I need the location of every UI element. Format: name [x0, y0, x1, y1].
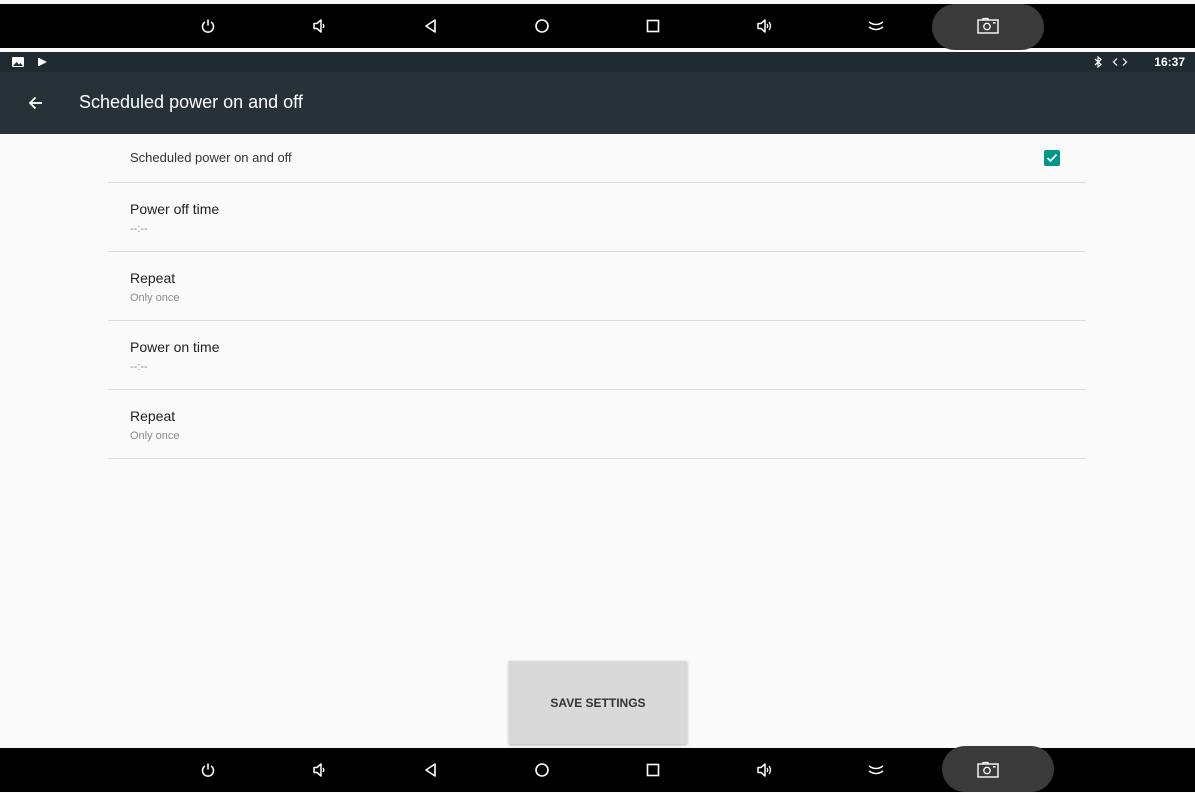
home-icon	[535, 19, 549, 33]
data-transfer-icon	[1112, 58, 1128, 66]
setting-repeat-on[interactable]: Repeat Only once	[108, 390, 1086, 459]
setting-title: Scheduled power on and off	[130, 150, 292, 165]
volume-up-icon	[757, 763, 772, 777]
volume-down-icon	[313, 763, 325, 777]
screenshot-button[interactable]	[958, 4, 1018, 48]
power-button[interactable]	[178, 4, 238, 48]
home-icon	[535, 763, 549, 777]
back-icon	[425, 19, 436, 33]
power-button[interactable]	[178, 748, 238, 792]
setting-repeat-off[interactable]: Repeat Only once	[108, 252, 1086, 321]
setting-power-on-time[interactable]: Power on time --:--	[108, 321, 1086, 390]
play-icon	[38, 58, 47, 66]
recents-icon	[646, 763, 660, 777]
toolbar-back-button[interactable]	[18, 86, 54, 120]
bottom-nav-bar	[0, 746, 1195, 792]
hide-nav-button[interactable]	[846, 4, 906, 48]
screenshot-button[interactable]	[958, 748, 1018, 792]
hide-icon	[868, 765, 884, 775]
power-icon	[201, 19, 215, 33]
hide-icon	[868, 21, 884, 31]
screenshot-icon	[977, 17, 999, 34]
recents-button[interactable]	[623, 748, 683, 792]
setting-value: Only once	[130, 292, 180, 304]
save-settings-button[interactable]: SAVE SETTINGS	[509, 661, 687, 744]
back-icon	[425, 763, 436, 777]
app-toolbar: Scheduled power on and off	[0, 72, 1195, 134]
scheduled-power-checkbox[interactable]	[1044, 150, 1060, 166]
image-icon	[12, 57, 24, 67]
volume-up-button[interactable]	[735, 4, 795, 48]
settings-list: Scheduled power on and off Power off tim…	[108, 134, 1086, 459]
recents-button[interactable]	[623, 4, 683, 48]
back-nav-button[interactable]	[401, 748, 461, 792]
screenshot-icon	[977, 761, 999, 778]
volume-up-icon	[757, 19, 772, 33]
back-nav-button[interactable]	[401, 4, 461, 48]
status-bar: 16:37	[0, 52, 1195, 72]
top-nav-bar	[0, 4, 1195, 50]
setting-title: Power on time	[130, 339, 220, 355]
volume-down-button[interactable]	[289, 748, 349, 792]
home-button[interactable]	[512, 748, 572, 792]
setting-value: --:--	[130, 223, 148, 235]
volume-down-button[interactable]	[289, 4, 349, 48]
power-icon	[201, 763, 215, 777]
hide-nav-button[interactable]	[846, 748, 906, 792]
recents-icon	[646, 19, 660, 33]
page-title: Scheduled power on and off	[79, 92, 303, 112]
home-button[interactable]	[512, 4, 572, 48]
bluetooth-icon	[1094, 56, 1102, 68]
checkmark-icon	[1046, 153, 1058, 163]
status-time: 16:37	[1154, 55, 1185, 69]
volume-up-button[interactable]	[735, 748, 795, 792]
volume-down-icon	[313, 19, 325, 33]
setting-title: Repeat	[130, 270, 176, 286]
setting-value: --:--	[130, 361, 148, 373]
arrow-left-icon	[28, 96, 42, 110]
setting-title: Repeat	[130, 408, 176, 424]
setting-scheduled-power[interactable]: Scheduled power on and off	[108, 134, 1086, 183]
setting-power-off-time[interactable]: Power off time --:--	[108, 183, 1086, 252]
setting-value: Only once	[130, 430, 180, 442]
setting-title: Power off time	[130, 201, 220, 217]
